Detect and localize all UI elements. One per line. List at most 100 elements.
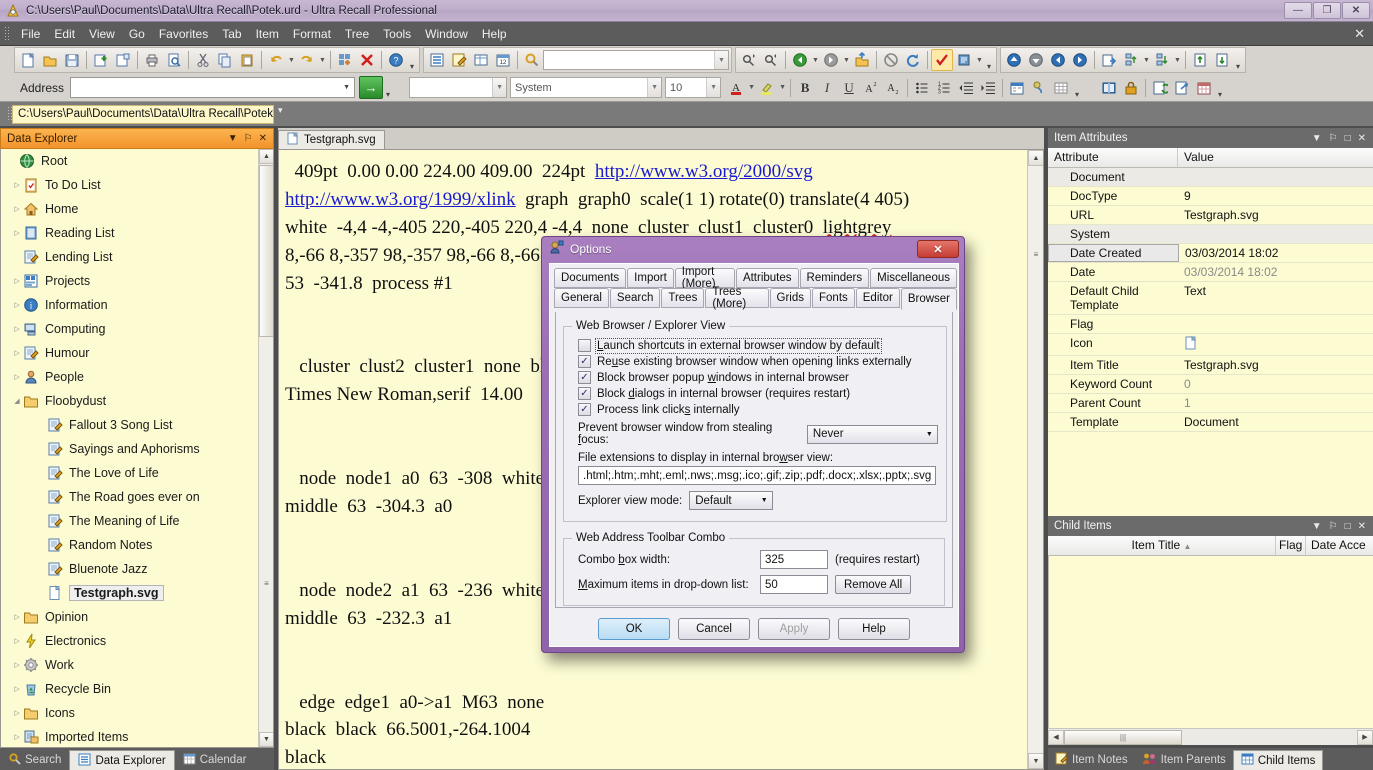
options-tab-documents[interactable]: Documents (554, 268, 627, 288)
tree-item-to-do-list[interactable]: ▷ To Do List (1, 173, 273, 197)
option-checkbox-row[interactable]: Block dialogs in internal browser (requi… (578, 387, 938, 400)
tab-child-items[interactable]: Child Items (1232, 750, 1324, 770)
scroll-up-icon[interactable]: ▲ (259, 149, 273, 164)
attribute-value[interactable]: 03/03/2014 18:02 (1179, 244, 1373, 262)
lock-icon[interactable] (1120, 77, 1142, 99)
numbered-list-icon[interactable]: 123 (933, 77, 955, 99)
tree-item-opinion[interactable]: ▷ Opinion (1, 605, 273, 629)
tab-calendar[interactable]: Calendar (175, 750, 255, 770)
attribute-row[interactable]: URL Testgraph.svg (1048, 206, 1373, 225)
expander-icon[interactable]: ▷ (11, 373, 23, 381)
font-size-select[interactable]: 10 ▼ (665, 77, 722, 98)
undo-icon[interactable] (265, 49, 287, 71)
item-attributes-rows[interactable]: Document DocType 9 URL Testgraph.svg System Da… (1048, 168, 1373, 516)
find-next-icon[interactable] (760, 49, 782, 71)
child-items-horizontal-scrollbar[interactable]: ◀ ||| ▶ (1048, 728, 1373, 745)
menu-item-format[interactable]: Format (286, 24, 338, 44)
tab-data-explorer[interactable]: Data Explorer (69, 750, 175, 770)
option-checkbox-row[interactable]: Process link clicks internally (578, 403, 938, 416)
option-checkbox-row[interactable]: Block browser popup windows in internal … (578, 371, 938, 384)
refresh-icon[interactable] (902, 49, 924, 71)
expander-icon[interactable]: ▷ (11, 205, 23, 213)
options-tab-grids[interactable]: Grids (769, 288, 811, 308)
toolbar-overflow-icon[interactable]: ▾ (984, 49, 994, 71)
tree-item-fallout-3-song-list[interactable]: Fallout 3 Song List (1, 413, 273, 437)
tree-item-testgraph-svg[interactable]: Testgraph.svg (1, 581, 273, 605)
menu-item-view[interactable]: View (82, 24, 122, 44)
underline-icon[interactable]: U (838, 77, 860, 99)
toolbar-grip-icon[interactable] (4, 52, 11, 68)
dictionary-icon[interactable] (1098, 77, 1120, 99)
item-template-icon[interactable] (334, 49, 356, 71)
toolbar-overflow-icon[interactable]: ▾ (407, 49, 417, 71)
expander-icon[interactable]: ▷ (11, 637, 23, 645)
options-tab-attributes[interactable]: Attributes (735, 268, 799, 288)
search-input[interactable]: ▼ (543, 50, 729, 70)
options-tab-editor[interactable]: Editor (855, 288, 900, 308)
insert-below-dropdown-icon[interactable]: ▼ (1173, 49, 1182, 71)
move-right-icon[interactable] (1069, 49, 1091, 71)
attribute-value[interactable] (1178, 225, 1373, 243)
checkbox-checked-icon[interactable] (578, 371, 591, 384)
attribute-row[interactable]: Date 03/03/2014 18:02 (1048, 263, 1373, 282)
toolbar-overflow-icon[interactable]: ▾ (1215, 77, 1225, 99)
column-attribute[interactable]: Attribute (1048, 148, 1178, 167)
options-dialog[interactable]: Options ✕ Documents Import Import (More) At… (541, 236, 965, 653)
panel-menu-icon[interactable]: ▼ (1312, 521, 1322, 532)
attribute-value[interactable]: 03/03/2014 18:02 (1178, 263, 1373, 281)
open-icon[interactable] (39, 49, 61, 71)
toolbar-overflow-icon[interactable]: ▾ (383, 77, 393, 99)
svg-namespace-link[interactable]: http://www.w3.org/2000/svg (595, 161, 813, 182)
tree-item-icons[interactable]: ▷ Icons (1, 701, 273, 725)
insert-hyperlink-icon[interactable] (1028, 77, 1050, 99)
menu-item-tools[interactable]: Tools (376, 24, 418, 44)
panel-pin-icon[interactable]: ⚐ (1329, 521, 1338, 532)
address-input[interactable]: ▼ (70, 77, 356, 98)
decrease-indent-icon[interactable] (955, 77, 977, 99)
tree-item-computing[interactable]: ▷ Computing (1, 317, 273, 341)
tab-item-notes[interactable]: Item Notes (1048, 750, 1135, 770)
calendar-icon[interactable]: 12 (492, 49, 514, 71)
attribute-value[interactable] (1178, 334, 1373, 355)
chevron-down-icon[interactable]: ▼ (921, 431, 937, 438)
checkbox-checked-icon[interactable] (578, 387, 591, 400)
menu-item-window[interactable]: Window (418, 24, 475, 44)
chevron-down-icon[interactable]: ▼ (647, 78, 662, 97)
options-tab-reminders[interactable]: Reminders (799, 268, 870, 288)
tab-item-parents[interactable]: Item Parents (1135, 750, 1233, 770)
go-button[interactable]: → (359, 76, 384, 99)
panel-menu-icon[interactable]: ▼ (228, 133, 238, 144)
expander-icon[interactable]: ▷ (11, 733, 23, 741)
search-icon[interactable] (521, 49, 543, 71)
save-icon[interactable] (61, 49, 83, 71)
format-toolbar-grip-icon[interactable] (399, 79, 407, 96)
move-left-icon[interactable] (1047, 49, 1069, 71)
combo-width-input[interactable]: 325 (760, 550, 828, 569)
promote-icon[interactable] (1189, 49, 1211, 71)
attribute-row[interactable]: Icon (1048, 334, 1373, 356)
tab-search[interactable]: Search (0, 750, 69, 770)
attribute-row[interactable]: Keyword Count 0 (1048, 375, 1373, 394)
attribute-value[interactable]: 9 (1178, 187, 1373, 205)
column-flag[interactable]: Flag (1276, 536, 1306, 555)
bold-icon[interactable]: B (794, 77, 816, 99)
menu-item-go[interactable]: Go (122, 24, 152, 44)
tree-item-humour[interactable]: ▷ Humour (1, 341, 273, 365)
font-color-icon[interactable]: A (725, 77, 747, 99)
subscript-icon[interactable]: A2 (882, 77, 904, 99)
options-tab-trees-more-[interactable]: Trees (More) (705, 286, 769, 310)
up-level-icon[interactable] (851, 49, 873, 71)
tree-item-projects[interactable]: ▷ Projects (1, 269, 273, 293)
menu-item-help[interactable]: Help (475, 24, 514, 44)
document-vertical-scrollbar[interactable]: ▲ ≡ ▼ (1027, 150, 1043, 769)
menu-grip-icon[interactable] (4, 25, 11, 42)
attribute-value[interactable]: 0 (1178, 375, 1373, 393)
explorer-view-mode-select[interactable]: Default ▼ (689, 491, 774, 510)
options-tab-browser[interactable]: Browser (900, 288, 957, 310)
checkbox-checked-icon[interactable] (578, 403, 591, 416)
option-checkbox-row[interactable]: Launch shortcuts in external browser win… (578, 337, 938, 354)
attribute-row[interactable]: Date Created 03/03/2014 18:02 (1048, 244, 1373, 263)
scroll-thumb[interactable]: ||| (1064, 729, 1182, 745)
sync-icon[interactable] (1149, 77, 1171, 99)
attribute-value[interactable]: Testgraph.svg (1178, 206, 1373, 224)
